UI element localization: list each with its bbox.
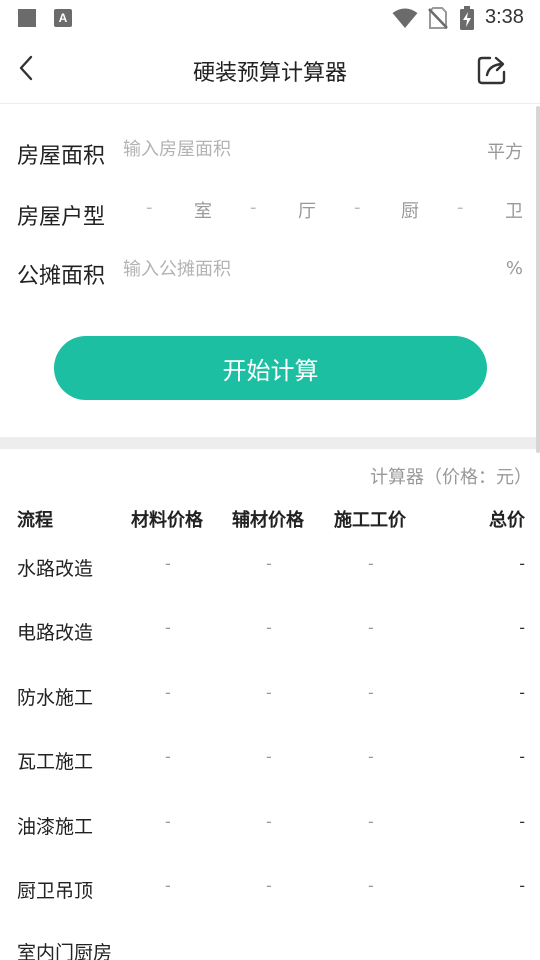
table-row: 厨卫吊顶 - - - - [0,876,540,916]
labor-price: - [368,618,374,637]
living-room-count-input[interactable]: - [250,197,257,218]
square-icon [18,9,36,27]
material-price: - [165,554,171,573]
total-price: - [519,683,525,702]
wifi-icon [392,8,418,28]
total-price: - [519,812,525,831]
house-type-row: 房屋户型 - 室 - 厅 - 厨 - 卫 [0,195,540,235]
process-name: 电路改造 [17,622,94,644]
table-row: 水路改造 - - - - [0,554,540,594]
total-price: - [519,554,525,573]
auxiliary-price: - [266,876,272,895]
auxiliary-price: - [266,554,272,573]
labor-price: - [368,683,374,702]
house-type-label: 房屋户型 [17,205,106,230]
material-price: - [165,876,171,895]
table-header: 流程 材料价格 辅材价格 施工工价 总价 [0,506,540,534]
column-total-price: 总价 [489,510,525,531]
table-row: 油漆施工 - - - - [0,812,540,852]
total-price: - [519,618,525,637]
status-bar: A 3:38 [0,0,540,36]
table-row: 室内门厨房 [0,938,540,960]
column-material-price: 材料价格 [131,510,203,531]
table-row: 防水施工 - - - - [0,683,540,723]
material-price: - [165,618,171,637]
battery-charging-icon [460,6,474,30]
auxiliary-price: - [266,683,272,702]
material-price: - [165,812,171,831]
auxiliary-price: - [266,747,272,766]
page-title: 硬装预算计算器 [192,61,347,86]
bedroom-unit: 室 [194,201,212,222]
column-auxiliary-price: 辅材价格 [232,510,304,531]
column-process: 流程 [17,510,53,531]
house-area-label: 房屋面积 [17,144,106,169]
labor-price: - [368,747,374,766]
labor-price: - [368,876,374,895]
total-price: - [519,876,525,895]
total-price: - [519,747,525,766]
process-name: 油漆施工 [17,816,94,838]
living-room-unit: 厅 [298,201,316,222]
navigation-bar: 硬装预算计算器 [0,36,540,104]
no-sim-icon [428,7,448,29]
process-name: 水路改造 [17,558,94,580]
shared-area-label: 公摊面积 [17,264,106,289]
bathroom-count-input[interactable]: - [457,197,464,218]
text-a-icon: A [54,9,72,27]
shared-area-unit: % [505,258,523,279]
material-price: - [165,747,171,766]
process-name: 瓦工施工 [17,751,94,773]
start-calculation-button[interactable]: 开始计算 [54,336,487,400]
process-name: 防水施工 [17,687,94,709]
price-unit-note: 计算器（价格：元） [370,467,532,488]
process-name: 室内门厨房 [17,942,113,960]
share-button[interactable] [472,50,512,90]
process-name: 厨卫吊顶 [17,880,94,902]
shared-area-input[interactable] [123,254,463,284]
section-divider [0,437,540,449]
kitchen-count-input[interactable]: - [354,197,361,218]
house-area-input[interactable] [123,134,463,164]
bedroom-count-input[interactable]: - [146,197,153,218]
scrollbar[interactable] [536,106,540,453]
share-icon [477,56,506,85]
shared-area-row: 公摊面积 % [0,254,540,294]
table-row: 瓦工施工 - - - - [0,747,540,787]
auxiliary-price: - [266,618,272,637]
house-area-unit: 平方 [487,142,523,163]
labor-price: - [368,554,374,573]
labor-price: - [368,812,374,831]
table-row: 电路改造 - - - - [0,618,540,658]
clock: 3:38 [485,6,524,28]
column-labor-price: 施工工价 [334,510,406,531]
kitchen-unit: 厨 [401,201,419,222]
auxiliary-price: - [266,812,272,831]
material-price: - [165,683,171,702]
bathroom-unit: 卫 [505,201,523,222]
house-area-row: 房屋面积 平方 [0,134,540,174]
